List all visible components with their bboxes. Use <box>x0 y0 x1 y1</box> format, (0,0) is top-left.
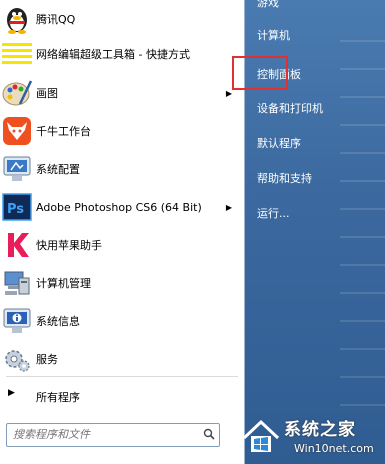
program-label: 千牛工作台 <box>36 125 91 138</box>
program-item-qq[interactable]: 腾讯QQ <box>0 0 244 38</box>
computer-management-icon <box>4 271 30 295</box>
qq-penguin-icon <box>7 8 27 34</box>
system-config-icon <box>3 156 31 181</box>
photoshop-icon: Ps <box>2 193 32 221</box>
program-item-photoshop[interactable]: Ps Adobe Photoshop CS6 (64 Bit) ▶ <box>0 188 244 226</box>
right-item-devices-printers[interactable]: 设备和打印机 <box>257 100 323 116</box>
program-label: Adobe Photoshop CS6 (64 Bit) <box>36 200 202 214</box>
program-item-toolbox[interactable]: 网络编辑超级工具箱 - 快捷方式 <box>0 35 244 73</box>
program-label: 快用苹果助手 <box>36 239 102 252</box>
watermark-house-icon <box>242 419 280 452</box>
watermark-logo: 系统之家 Win10net.com <box>232 412 385 464</box>
program-item-paint[interactable]: 画图 ▶ <box>0 74 244 112</box>
right-item-help-support[interactable]: 帮助和支持 <box>257 170 312 186</box>
program-label: 画图 <box>36 87 58 100</box>
search-input[interactable] <box>13 427 193 442</box>
search-box[interactable] <box>6 423 220 447</box>
program-label: 腾讯QQ <box>36 13 76 26</box>
program-label: 计算机管理 <box>36 277 91 290</box>
program-label: 服务 <box>36 353 58 366</box>
menu-separator <box>6 376 238 377</box>
kuaiyong-icon <box>4 231 30 259</box>
system-info-icon <box>3 308 31 333</box>
submenu-arrow-icon: ▶ <box>225 202 232 212</box>
program-item-qianniu[interactable]: 千牛工作台 <box>0 112 244 150</box>
watermark-url: Win10net.com <box>294 442 374 455</box>
toolbox-shortcut-icon <box>2 43 32 64</box>
all-programs-arrow-icon: ▶ <box>8 388 15 398</box>
start-menu-programs-pane: 腾讯QQ 网络编辑超级工具箱 - 快捷方式 画图 ▶ 千牛工作台 系统配置 Ps… <box>0 0 245 464</box>
watermark-title: 系统之家 <box>284 420 356 440</box>
right-item-default-programs[interactable]: 默认程序 <box>257 135 301 151</box>
program-label: 系统配置 <box>36 163 80 176</box>
program-item-system-config[interactable]: 系统配置 <box>0 150 244 188</box>
services-gear-icon <box>5 350 30 372</box>
control-panel-highlight-box <box>232 56 288 90</box>
program-item-system-info[interactable]: 系统信息 <box>0 302 244 340</box>
all-programs-label: 所有程序 <box>36 391 80 404</box>
program-label: 网络编辑超级工具箱 - 快捷方式 <box>36 48 190 61</box>
background-window-glimpse <box>340 40 385 420</box>
paint-palette-icon <box>2 80 32 106</box>
right-item-games[interactable]: 游戏 <box>257 0 279 10</box>
svg-text:Ps: Ps <box>7 202 24 217</box>
qianniu-icon <box>3 117 31 145</box>
all-programs-button[interactable]: ▶ 所有程序 <box>0 381 244 409</box>
right-item-run[interactable]: 运行... <box>257 205 290 221</box>
program-label: 系统信息 <box>36 315 80 328</box>
program-item-services[interactable]: 服务 <box>0 340 244 378</box>
search-icon[interactable] <box>203 428 215 440</box>
program-item-computer-management[interactable]: 计算机管理 <box>0 264 244 302</box>
program-item-kuaiyong[interactable]: 快用苹果助手 <box>0 226 244 264</box>
right-item-computer[interactable]: 计算机 <box>257 27 290 43</box>
